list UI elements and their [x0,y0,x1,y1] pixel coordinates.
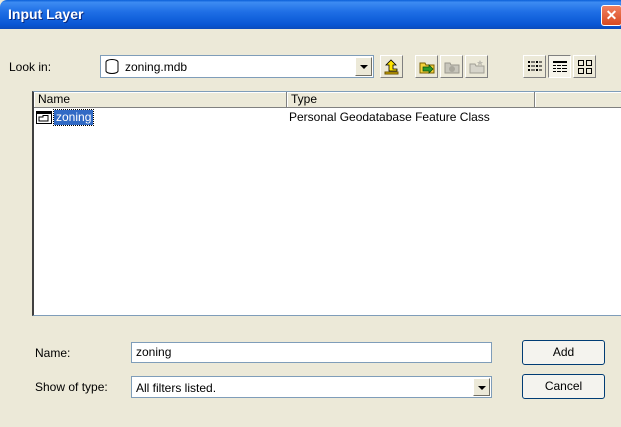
name-field[interactable]: zoning [131,342,492,363]
up-one-level-icon [384,59,399,75]
column-header-type[interactable]: Type [287,92,535,108]
chevron-down-icon[interactable] [473,378,490,396]
up-one-level-button[interactable] [380,55,403,78]
feature-class-icon [36,111,52,124]
title-bar[interactable]: Input Layer ✕ [0,0,621,29]
thumbnails-view-button[interactable] [573,55,596,78]
list-item-name: zoning [52,109,95,126]
input-layer-dialog: Input Layer ✕ Look in: zoning.mdb Name T… [0,0,621,427]
details-view-button[interactable] [548,55,571,78]
database-icon [105,59,119,74]
details-view-icon [553,61,567,72]
look-in-dropdown[interactable]: zoning.mdb [100,55,374,78]
connect-folder-icon [419,62,435,74]
new-folder-button [465,55,488,78]
cancel-button[interactable]: Cancel [522,374,605,399]
disconnect-folder-icon [444,62,460,74]
show-of-type-value: All filters listed. [136,381,217,395]
show-of-type-dropdown[interactable]: All filters listed. [131,376,492,398]
column-header-extra[interactable] [535,92,621,108]
look-in-value: zoning.mdb [125,60,188,74]
disconnect-folder-button [440,55,463,78]
look-in-label: Look in: [9,60,52,74]
connect-folder-button[interactable] [415,55,438,78]
column-header-name[interactable]: Name [34,92,287,108]
dialog-title: Input Layer [8,6,84,22]
list-view-button[interactable] [523,55,546,78]
close-icon[interactable]: ✕ [601,5,621,26]
show-of-type-label: Show of type: [35,380,108,394]
list-item-type: Personal Geodatabase Feature Class [289,110,490,124]
name-label: Name: [35,346,71,360]
thumbnails-view-icon [578,60,592,74]
list-view-icon [528,61,542,71]
chevron-down-icon[interactable] [355,57,372,76]
add-button[interactable]: Add [522,340,605,365]
new-folder-icon [469,60,485,74]
file-list[interactable]: Name Type zoning Personal Geodatabase Fe… [32,91,621,316]
